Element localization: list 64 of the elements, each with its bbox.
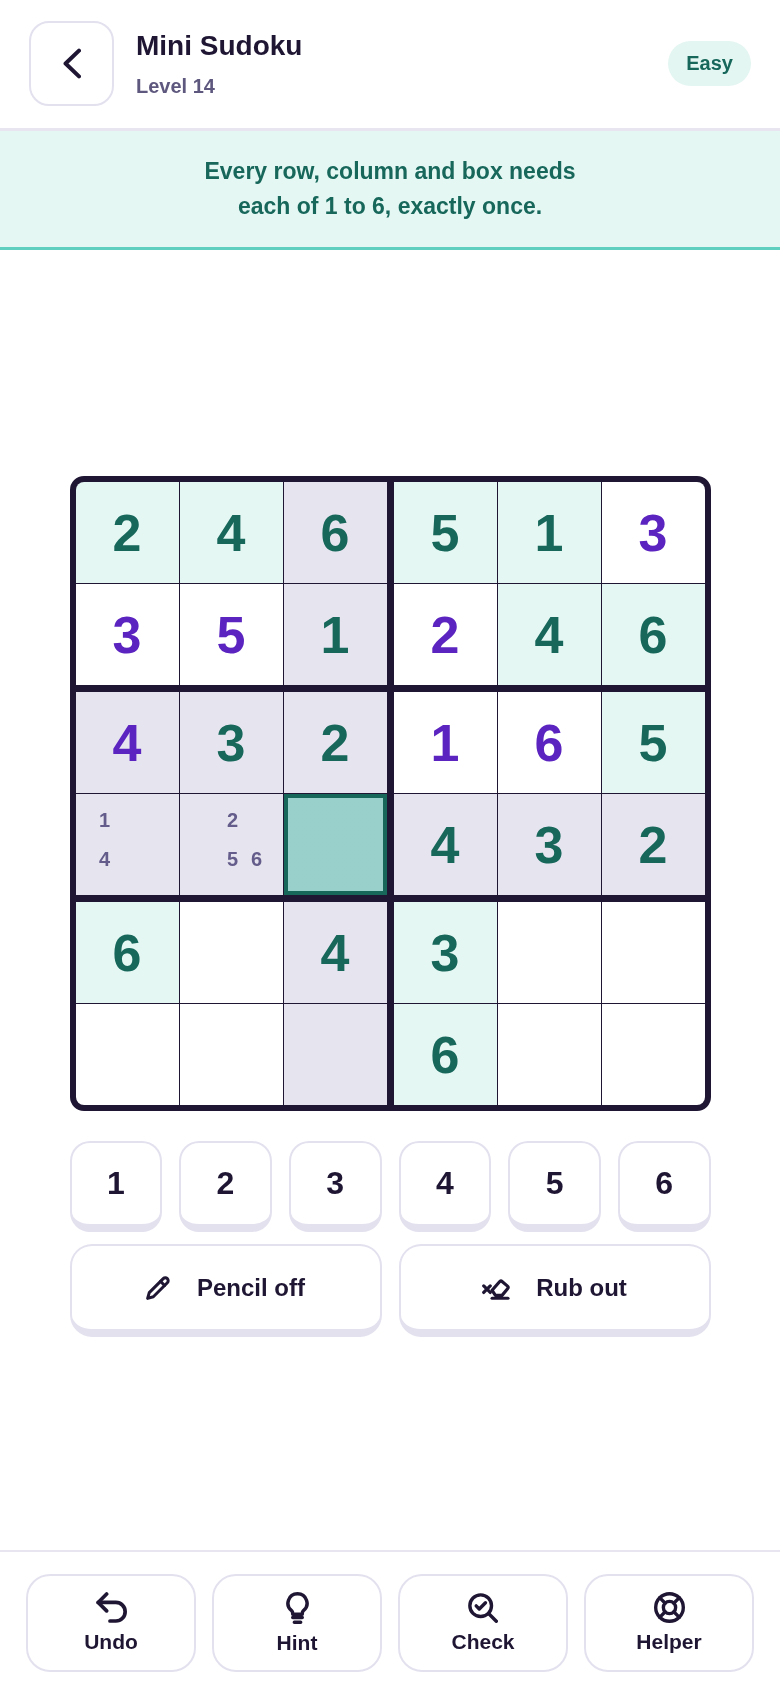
pencil-toggle-button[interactable]: Pencil off [69,1244,382,1337]
number-key[interactable]: 2 [179,1141,272,1232]
sudoku-cell[interactable] [179,1004,283,1105]
sudoku-cell[interactable] [179,902,283,1003]
sudoku-cell[interactable]: 6 [393,1004,497,1105]
sudoku-cell[interactable]: 4 [283,902,387,1003]
game-title: Mini Sudoku [136,29,303,63]
sudoku-cell[interactable]: 5 [393,482,497,583]
sudoku-cell[interactable] [497,1004,601,1105]
pencil-icon [146,1275,171,1300]
sudoku-cell[interactable]: 4 [75,692,179,793]
sudoku-cell[interactable]: 2 [601,794,705,895]
pencil-note: 4 [98,847,111,870]
sudoku-cell[interactable]: 6 [497,692,601,793]
sudoku-cell[interactable]: 2 [283,692,387,793]
pencil-note: 5 [226,847,239,870]
lightbulb-icon [285,1591,309,1624]
difficulty-badge: Easy [668,41,751,86]
sudoku-cell[interactable] [283,794,387,895]
sudoku-cell[interactable]: 4 [497,584,601,685]
number-key[interactable]: 1 [69,1141,163,1232]
sudoku-cell[interactable]: 1 [283,584,387,685]
rub-out-button[interactable]: Rub out [398,1244,711,1337]
pencil-note: 1 [98,808,111,831]
sudoku-cell[interactable]: 1 4 [75,794,179,895]
sudoku-cell[interactable]: 3 [179,692,283,793]
number-key[interactable]: 6 [617,1141,711,1232]
sudoku-cell[interactable]: 4 [393,794,497,895]
number-key[interactable]: 4 [398,1141,492,1232]
chevron-left-icon [62,48,81,79]
sudoku-cell[interactable]: 5 [601,692,705,793]
sudoku-cell[interactable]: 3 [601,482,705,583]
sudoku-cell[interactable]: 1 [497,482,601,583]
hint-button[interactable]: Hint [212,1574,382,1672]
sudoku-cell[interactable] [283,1004,387,1105]
sudoku-cell[interactable]: 6 [601,584,705,685]
check-button[interactable]: Check [398,1574,568,1672]
sudoku-cell[interactable]: 6 [283,482,387,583]
sudoku-cell[interactable]: 2 [75,482,179,583]
sudoku-cell[interactable] [601,1004,705,1105]
sudoku-cell[interactable]: 2 [393,584,497,685]
level-label: Level 14 [136,74,215,99]
magnifier-check-icon [468,1592,498,1623]
number-key[interactable]: 5 [508,1141,601,1232]
sudoku-cell[interactable] [497,902,601,1003]
undo-arrow-icon [95,1592,127,1623]
sudoku-cell[interactable] [601,902,705,1003]
sudoku-cell[interactable]: 6 [75,902,179,1003]
pencil-note: 2 [226,808,239,831]
sudoku-cell[interactable]: 2 5 6 [179,794,283,895]
back-button[interactable] [29,21,114,106]
sudoku-cell[interactable]: 3 [393,902,497,1003]
pencil-note: 6 [250,847,263,870]
sudoku-cell[interactable]: 1 [393,692,497,793]
sudoku-cell[interactable]: 4 [179,482,283,583]
instructions-text: Every row, column and box needs each of 1 to 6, exactly once. [203,157,577,221]
helper-button[interactable]: Helper [584,1574,754,1672]
lifebuoy-icon [653,1592,685,1623]
sudoku-cell[interactable] [75,1004,179,1105]
undo-button[interactable]: Undo [26,1574,196,1672]
number-key[interactable]: 3 [288,1141,382,1232]
sudoku-cell[interactable]: 3 [75,584,179,685]
sudoku-cell[interactable]: 3 [497,794,601,895]
sudoku-cell[interactable]: 5 [179,584,283,685]
